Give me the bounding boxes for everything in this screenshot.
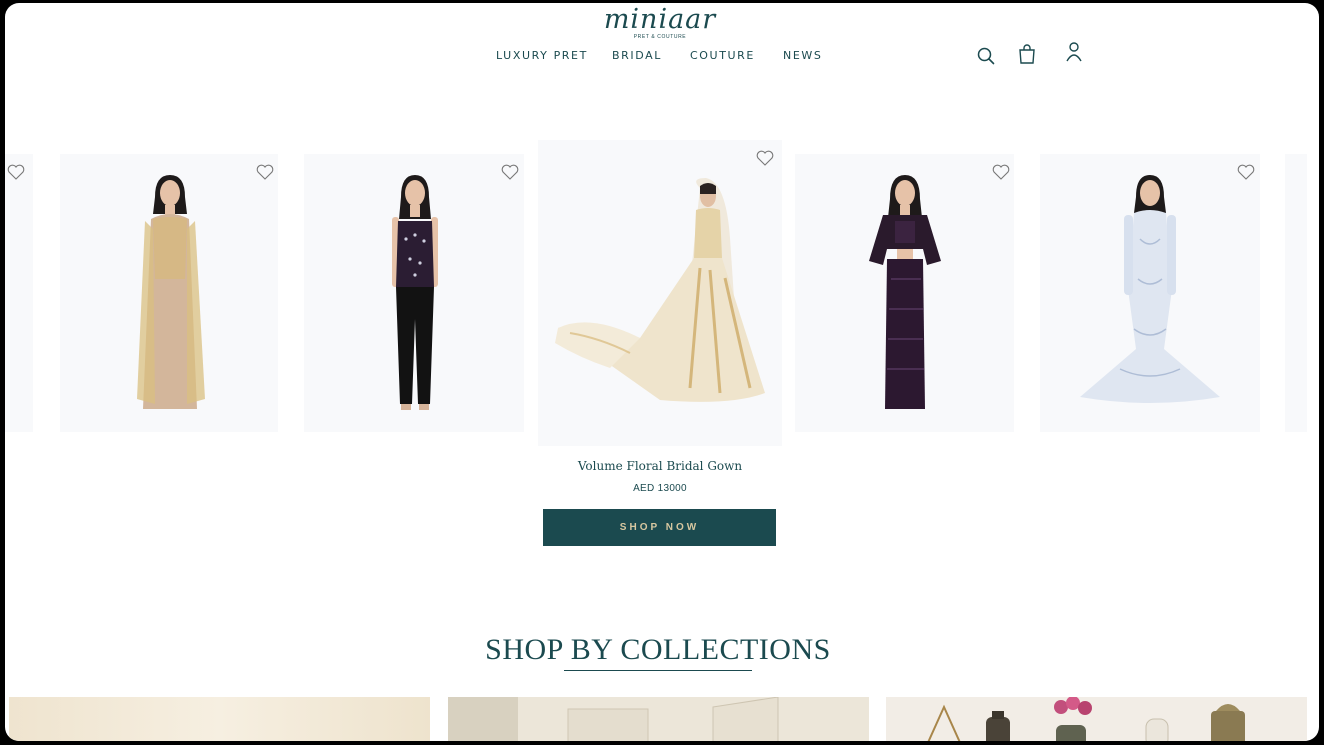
product-image	[555, 178, 765, 402]
nav-item-couture[interactable]: COUTURE	[690, 49, 755, 62]
product-title[interactable]: Volume Floral Bridal Gown	[538, 459, 782, 473]
product-image	[1080, 175, 1220, 403]
heart-icon[interactable]	[992, 164, 1010, 180]
nav-item-news[interactable]: NEWS	[783, 49, 822, 62]
heart-icon[interactable]	[7, 164, 25, 180]
product-card-partial-left[interactable]	[5, 154, 33, 432]
heart-icon[interactable]	[256, 164, 274, 180]
collection-image	[927, 697, 1245, 741]
shop-now-button[interactable]: SHOP NOW	[543, 509, 776, 546]
heart-icon[interactable]	[756, 150, 774, 166]
product-card[interactable]	[795, 154, 1014, 432]
user-icon[interactable]	[1065, 41, 1083, 63]
bag-icon[interactable]	[1018, 44, 1036, 64]
product-card[interactable]	[60, 154, 278, 432]
brand-logo[interactable]: miniaar PRET & COUTURE	[590, 4, 730, 40]
product-card[interactable]	[304, 154, 524, 432]
product-card[interactable]	[1040, 154, 1260, 432]
section-title-collections: SHOP BY COLLECTIONS	[485, 633, 831, 666]
collection-tile[interactable]	[9, 697, 430, 741]
section-title-underline	[564, 670, 752, 671]
product-card-active[interactable]	[538, 140, 782, 446]
brand-wordmark: miniaar	[603, 4, 717, 35]
browser-viewport: miniaar PRET & COUTURE LUXURY PRET BRIDA…	[5, 3, 1319, 741]
product-price: AED 13000	[633, 483, 687, 494]
product-image	[392, 175, 438, 410]
collection-tile[interactable]	[448, 697, 869, 741]
nav-item-bridal[interactable]: BRIDAL	[612, 49, 662, 62]
collection-tile[interactable]	[886, 697, 1307, 741]
product-image	[137, 175, 205, 409]
collection-image	[448, 697, 779, 741]
nav-item-luxury-pret[interactable]: LUXURY PRET	[496, 49, 588, 62]
product-image	[869, 175, 941, 409]
heart-icon[interactable]	[501, 164, 519, 180]
search-icon[interactable]	[977, 47, 995, 65]
main-nav: LUXURY PRET BRIDAL COUTURE NEWS	[5, 49, 1319, 65]
product-card-partial-right[interactable]	[1285, 154, 1307, 432]
